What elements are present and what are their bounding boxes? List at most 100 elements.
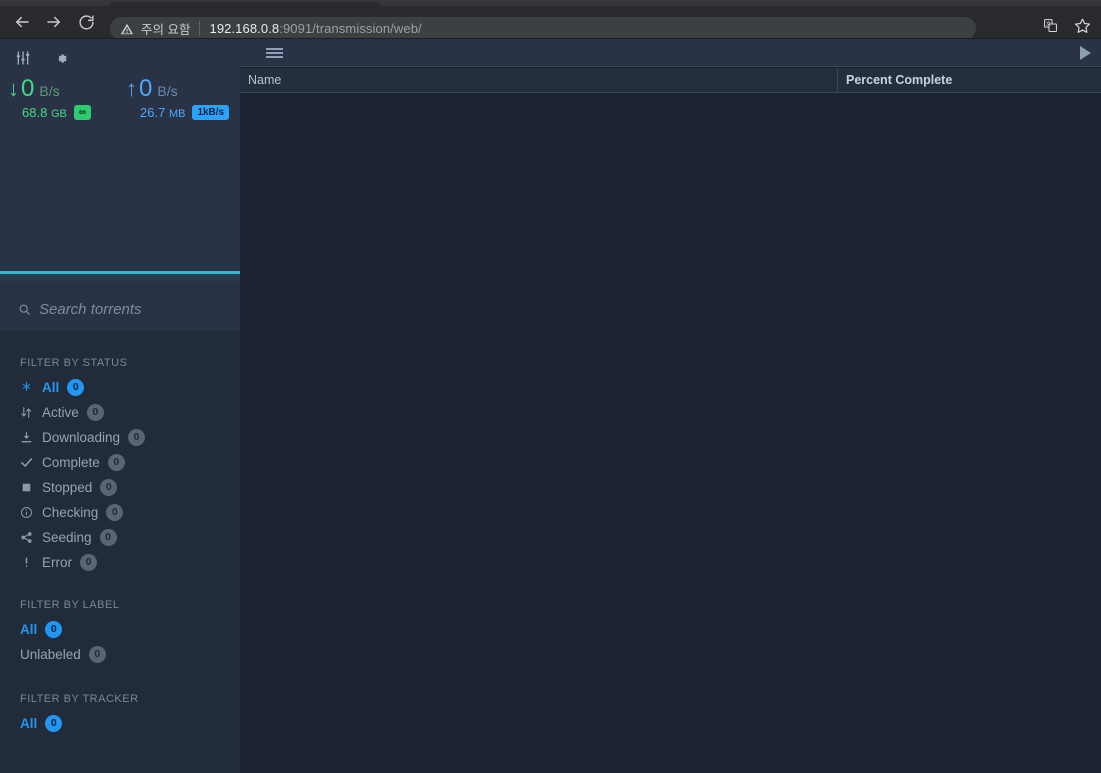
sidebar-toolbar: ↓ 0 B/s 68.8 GB ∞ ↑ 0 B/s 26.7 MB 1kB/s [0, 39, 240, 271]
torrent-table-header: Name Percent Complete [240, 67, 1101, 93]
sidebar-item-count: 0 [106, 504, 124, 521]
gear-settings-icon[interactable] [50, 47, 72, 69]
upload-total-row: 26.7 MB 1kB/s [126, 105, 230, 120]
sidebar-item-checking[interactable]: Checking 0 [0, 500, 240, 525]
sidebar-item-label: Active [42, 405, 79, 420]
sidebar-item-label: Stopped [42, 480, 93, 495]
sidebar-item-count: 0 [86, 404, 104, 421]
sidebar-item-count: 0 [67, 379, 85, 396]
upload-rate-unit: B/s [157, 83, 178, 99]
download-total-unit: GB [50, 108, 67, 120]
filter-tracker-title: FILTER BY TRACKER [20, 693, 139, 705]
omnibox-actions: 文 [1037, 12, 1095, 38]
sidebar-item-seeding[interactable]: Seeding 0 [0, 525, 240, 550]
column-header-name[interactable]: Name [240, 67, 838, 93]
info-circle-icon [20, 506, 37, 519]
sidebar-item-count: 0 [45, 621, 63, 638]
download-speed-block: ↓ 0 B/s 68.8 GB ∞ [8, 77, 112, 120]
asterisk-icon [20, 381, 37, 394]
download-arrow-icon: ↓ [8, 76, 19, 101]
browser-nav-buttons [0, 8, 100, 36]
column-header-percent-complete[interactable]: Percent Complete [838, 68, 1100, 93]
sidebar-item-label: All [20, 622, 38, 637]
arrow-right-icon [47, 16, 60, 28]
sidebar: ↓ 0 B/s 68.8 GB ∞ ↑ 0 B/s 26.7 MB 1kB/s … [0, 39, 240, 773]
address-bar-url: 192.168.0.8:9091/transmission/web/ [209, 21, 421, 36]
upload-speed-row: ↑ 0 B/s [126, 77, 230, 101]
url-host: 192.168.0.8 [209, 21, 280, 36]
search-input[interactable] [39, 300, 219, 318]
sidebar-item-count: 0 [45, 715, 63, 732]
sidebar-item-label: Unlabeled [20, 647, 81, 662]
address-bar[interactable]: 주의 요함 192.168.0.8:9091/transmission/web/ [110, 17, 976, 40]
hamburger-bar [266, 55, 283, 58]
sidebar-item-label: Checking [42, 505, 99, 520]
address-bar-divider [199, 21, 201, 36]
sidebar-item-count: 0 [128, 429, 146, 446]
translate-icon[interactable]: 文 [1037, 12, 1063, 38]
hamburger-bar [266, 51, 283, 54]
play-triangle-icon[interactable] [1080, 45, 1091, 60]
sidebar-item-label: Seeding [42, 530, 92, 545]
sidebar-item-count: 0 [107, 454, 125, 471]
sidebar-item-error[interactable]: Error 0 [0, 550, 240, 575]
sidebar-item-active[interactable]: Active 0 [0, 400, 240, 425]
download-rate-value: 0 [21, 75, 35, 102]
sidebar-item-unlabeled[interactable]: Unlabeled 0 [0, 642, 240, 667]
torrent-table-body [240, 94, 1101, 773]
sidebar-icon-row [0, 39, 240, 69]
filter-status-title: FILTER BY STATUS [20, 357, 128, 369]
sidebar-item-count: 0 [88, 646, 106, 663]
main-toolbar [240, 39, 1101, 67]
star-icon[interactable] [1069, 12, 1095, 38]
exclamation-icon [20, 556, 37, 569]
sidebar-item-stopped[interactable]: Stopped 0 [0, 475, 240, 500]
sidebar-item-downloading[interactable]: Downloading 0 [0, 425, 240, 450]
filter-label-title: FILTER BY LABEL [20, 599, 120, 611]
sidebar-item-label: All [42, 380, 60, 395]
upload-limit-badge[interactable]: 1kB/s [192, 105, 230, 120]
upload-arrow-icon: ↑ [126, 76, 137, 101]
stop-square-icon [20, 481, 37, 494]
download-speed-row: ↓ 0 B/s [8, 77, 112, 101]
check-icon [20, 456, 37, 469]
download-icon [20, 431, 37, 444]
main-panel: Name Percent Complete [240, 39, 1101, 773]
tune-sliders-icon[interactable] [12, 47, 34, 69]
download-total-value: 68.8 [22, 105, 48, 120]
download-rate-unit: B/s [39, 83, 60, 99]
download-limit-badge[interactable]: ∞ [73, 105, 91, 120]
sidebar-item-all-status[interactable]: All 0 [0, 375, 240, 400]
transfer-arrows-icon [20, 406, 37, 419]
upload-total-value: 26.7 [140, 105, 166, 120]
back-button[interactable] [8, 8, 36, 36]
reload-icon [78, 14, 94, 30]
transmission-app: ↓ 0 B/s 68.8 GB ∞ ↑ 0 B/s 26.7 MB 1kB/s … [0, 39, 1101, 773]
sidebar-item-count: 0 [100, 479, 118, 496]
hamburger-bar [266, 47, 283, 50]
arrow-left-icon [16, 16, 29, 28]
sidebar-item-label: Downloading [42, 430, 121, 445]
search-icon [18, 303, 31, 316]
svg-text:文: 文 [1045, 20, 1050, 27]
upload-total: 26.7 MB [140, 105, 185, 120]
speed-summary: ↓ 0 B/s 68.8 GB ∞ ↑ 0 B/s 26.7 MB 1kB/s [0, 69, 240, 120]
sidebar-item-all-tracker[interactable]: All 0 [0, 711, 240, 736]
sidebar-item-count: 0 [99, 529, 117, 546]
sidebar-item-all-label[interactable]: All 0 [0, 617, 240, 642]
share-nodes-icon [20, 531, 37, 544]
download-total-row: 68.8 GB ∞ [8, 105, 112, 120]
sidebar-gradient-strip [0, 274, 240, 287]
sidebar-item-complete[interactable]: Complete 0 [0, 450, 240, 475]
upload-rate-value: 0 [139, 75, 153, 102]
sidebar-item-count: 0 [80, 554, 97, 571]
security-warning-text: 주의 요함 [141, 23, 191, 37]
forward-button[interactable] [40, 8, 68, 36]
upload-total-unit: MB [168, 108, 186, 120]
filter-panel: FILTER BY STATUS All 0 Active 0 Download… [0, 331, 240, 773]
download-total: 68.8 GB [22, 105, 67, 120]
hamburger-menu-icon[interactable] [266, 47, 283, 58]
browser-omnibox-bar: 주의 요함 192.168.0.8:9091/transmission/web/… [0, 6, 1101, 40]
url-path: :9091/transmission/web/ [279, 21, 422, 36]
reload-button[interactable] [72, 8, 100, 36]
